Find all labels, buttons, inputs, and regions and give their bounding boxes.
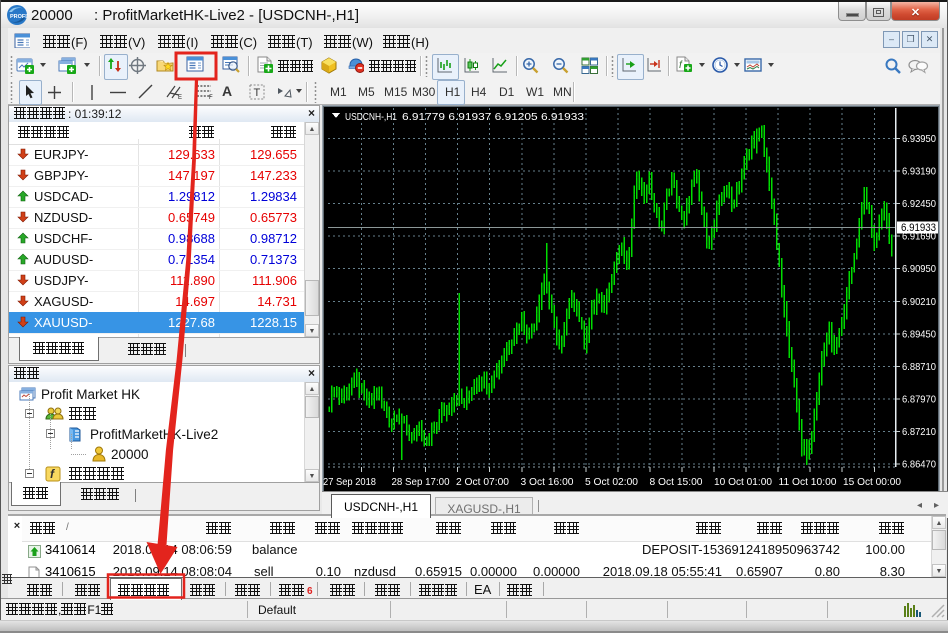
svg-text:6.92450: 6.92450 [902, 198, 936, 210]
svg-text:6.86470: 6.86470 [902, 459, 936, 471]
svg-text:6.88710: 6.88710 [902, 361, 936, 373]
svg-text:PROFIT: PROFIT [10, 14, 28, 20]
svg-text:6.87210: 6.87210 [902, 426, 936, 438]
svg-text:6.90210: 6.90210 [902, 296, 936, 308]
svg-text:6.87970: 6.87970 [902, 394, 936, 406]
svg-text:27 Sep 2018: 27 Sep 2018 [323, 476, 376, 488]
svg-text:2 Oct 07:00: 2 Oct 07:00 [456, 476, 509, 488]
svg-text:6.89450: 6.89450 [902, 328, 936, 340]
svg-text:USDCNH-,H1: USDCNH-,H1 [345, 111, 397, 123]
svg-text:8 Oct 15:00: 8 Oct 15:00 [650, 476, 703, 488]
svg-text:3 Oct 16:00: 3 Oct 16:00 [521, 476, 574, 488]
svg-text:6.91779 6.91937 6.91205 6.9193: 6.91779 6.91937 6.91205 6.91933 [402, 111, 584, 123]
svg-text:6.90950: 6.90950 [902, 263, 936, 275]
svg-text:28 Sep 17:00: 28 Sep 17:00 [392, 476, 450, 488]
svg-text:E: E [178, 95, 182, 99]
svg-text:5 Oct 02:00: 5 Oct 02:00 [585, 476, 638, 488]
svg-text:15 Oct 00:00: 15 Oct 00:00 [843, 476, 901, 488]
svg-text:T: T [254, 87, 261, 99]
svg-text:F: F [209, 95, 213, 99]
svg-text:6.93190: 6.93190 [902, 166, 936, 178]
svg-text:6.93950: 6.93950 [902, 133, 936, 145]
svg-text:11 Oct 10:00: 11 Oct 10:00 [779, 476, 837, 488]
svg-text:6.91933: 6.91933 [901, 222, 936, 234]
svg-text:10 Oct 01:00: 10 Oct 01:00 [714, 476, 772, 488]
